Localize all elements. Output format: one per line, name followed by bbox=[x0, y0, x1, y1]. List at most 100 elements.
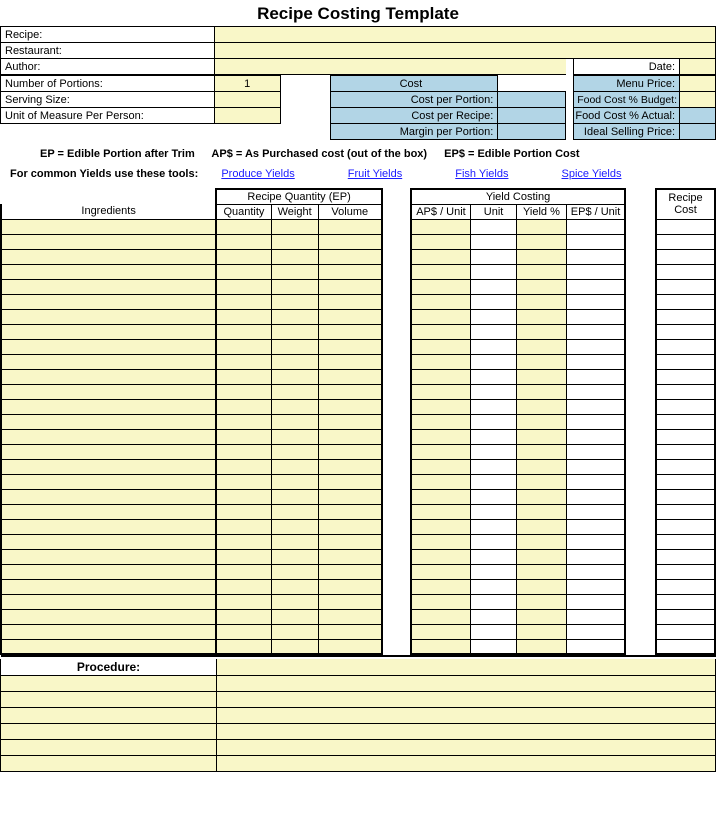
volume-cell[interactable] bbox=[318, 519, 382, 534]
weight-cell[interactable] bbox=[271, 399, 318, 414]
qty-cell[interactable] bbox=[216, 564, 271, 579]
procedure-cell[interactable] bbox=[1, 755, 217, 771]
unit-cell[interactable] bbox=[471, 459, 517, 474]
yield-cell[interactable] bbox=[517, 489, 567, 504]
ingredient-cell[interactable] bbox=[1, 324, 216, 339]
ap-cell[interactable] bbox=[411, 444, 471, 459]
ingredient-cell[interactable] bbox=[1, 219, 216, 234]
weight-cell[interactable] bbox=[271, 324, 318, 339]
volume-cell[interactable] bbox=[318, 474, 382, 489]
volume-cell[interactable] bbox=[318, 399, 382, 414]
qty-cell[interactable] bbox=[216, 354, 271, 369]
unit-cell[interactable] bbox=[471, 564, 517, 579]
weight-cell[interactable] bbox=[271, 609, 318, 624]
weight-cell[interactable] bbox=[271, 249, 318, 264]
weight-cell[interactable] bbox=[271, 594, 318, 609]
procedure-cell[interactable] bbox=[217, 755, 716, 771]
author-value[interactable] bbox=[214, 59, 565, 75]
budget-value[interactable] bbox=[680, 92, 716, 108]
qty-cell[interactable] bbox=[216, 594, 271, 609]
qty-cell[interactable] bbox=[216, 309, 271, 324]
serving-value[interactable] bbox=[214, 92, 280, 108]
ap-cell[interactable] bbox=[411, 489, 471, 504]
volume-cell[interactable] bbox=[318, 384, 382, 399]
qty-cell[interactable] bbox=[216, 519, 271, 534]
qty-cell[interactable] bbox=[216, 534, 271, 549]
date-value[interactable] bbox=[680, 59, 716, 75]
yield-cell[interactable] bbox=[517, 219, 567, 234]
ingredient-cell[interactable] bbox=[1, 534, 216, 549]
weight-cell[interactable] bbox=[271, 624, 318, 639]
yield-cell[interactable] bbox=[517, 534, 567, 549]
weight-cell[interactable] bbox=[271, 384, 318, 399]
yield-cell[interactable] bbox=[517, 249, 567, 264]
weight-cell[interactable] bbox=[271, 549, 318, 564]
ingredient-cell[interactable] bbox=[1, 369, 216, 384]
weight-cell[interactable] bbox=[271, 234, 318, 249]
qty-cell[interactable] bbox=[216, 609, 271, 624]
weight-cell[interactable] bbox=[271, 639, 318, 654]
qty-cell[interactable] bbox=[216, 324, 271, 339]
menu-price-value[interactable] bbox=[680, 76, 716, 92]
ingredient-cell[interactable] bbox=[1, 339, 216, 354]
unit-cell[interactable] bbox=[471, 609, 517, 624]
ingredient-cell[interactable] bbox=[1, 609, 216, 624]
unit-cell[interactable] bbox=[471, 594, 517, 609]
ap-cell[interactable] bbox=[411, 594, 471, 609]
procedure-cell[interactable] bbox=[217, 739, 716, 755]
yield-cell[interactable] bbox=[517, 594, 567, 609]
ingredient-cell[interactable] bbox=[1, 234, 216, 249]
yield-cell[interactable] bbox=[517, 549, 567, 564]
weight-cell[interactable] bbox=[271, 519, 318, 534]
ingredient-cell[interactable] bbox=[1, 459, 216, 474]
yield-cell[interactable] bbox=[517, 624, 567, 639]
qty-cell[interactable] bbox=[216, 264, 271, 279]
ingredient-cell[interactable] bbox=[1, 294, 216, 309]
unit-cell[interactable] bbox=[471, 234, 517, 249]
unit-cell[interactable] bbox=[471, 429, 517, 444]
qty-cell[interactable] bbox=[216, 489, 271, 504]
ingredient-cell[interactable] bbox=[1, 249, 216, 264]
yield-cell[interactable] bbox=[517, 579, 567, 594]
weight-cell[interactable] bbox=[271, 354, 318, 369]
qty-cell[interactable] bbox=[216, 624, 271, 639]
procedure-cell[interactable] bbox=[217, 675, 716, 691]
unit-cell[interactable] bbox=[471, 414, 517, 429]
ingredient-cell[interactable] bbox=[1, 354, 216, 369]
ingredient-cell[interactable] bbox=[1, 639, 216, 654]
ap-cell[interactable] bbox=[411, 639, 471, 654]
yield-cell[interactable] bbox=[517, 504, 567, 519]
weight-cell[interactable] bbox=[271, 264, 318, 279]
link-produce[interactable]: Produce Yields bbox=[221, 168, 294, 180]
ap-cell[interactable] bbox=[411, 384, 471, 399]
yield-cell[interactable] bbox=[517, 279, 567, 294]
yield-cell[interactable] bbox=[517, 429, 567, 444]
ingredient-cell[interactable] bbox=[1, 444, 216, 459]
unit-cell[interactable] bbox=[471, 534, 517, 549]
procedure-cell[interactable] bbox=[1, 691, 217, 707]
volume-cell[interactable] bbox=[318, 429, 382, 444]
volume-cell[interactable] bbox=[318, 309, 382, 324]
yield-cell[interactable] bbox=[517, 474, 567, 489]
ap-cell[interactable] bbox=[411, 294, 471, 309]
yield-cell[interactable] bbox=[517, 294, 567, 309]
qty-cell[interactable] bbox=[216, 294, 271, 309]
ingredient-cell[interactable] bbox=[1, 549, 216, 564]
yield-cell[interactable] bbox=[517, 234, 567, 249]
qty-cell[interactable] bbox=[216, 459, 271, 474]
qty-cell[interactable] bbox=[216, 639, 271, 654]
ingredient-cell[interactable] bbox=[1, 594, 216, 609]
procedure-cell[interactable] bbox=[1, 739, 217, 755]
weight-cell[interactable] bbox=[271, 309, 318, 324]
procedure-cell[interactable] bbox=[1, 675, 217, 691]
unit-cell[interactable] bbox=[471, 504, 517, 519]
unit-cell[interactable] bbox=[471, 444, 517, 459]
weight-cell[interactable] bbox=[271, 564, 318, 579]
yield-cell[interactable] bbox=[517, 399, 567, 414]
volume-cell[interactable] bbox=[318, 459, 382, 474]
ingredient-cell[interactable] bbox=[1, 579, 216, 594]
uom-value[interactable] bbox=[214, 108, 280, 124]
weight-cell[interactable] bbox=[271, 444, 318, 459]
volume-cell[interactable] bbox=[318, 369, 382, 384]
yield-cell[interactable] bbox=[517, 444, 567, 459]
